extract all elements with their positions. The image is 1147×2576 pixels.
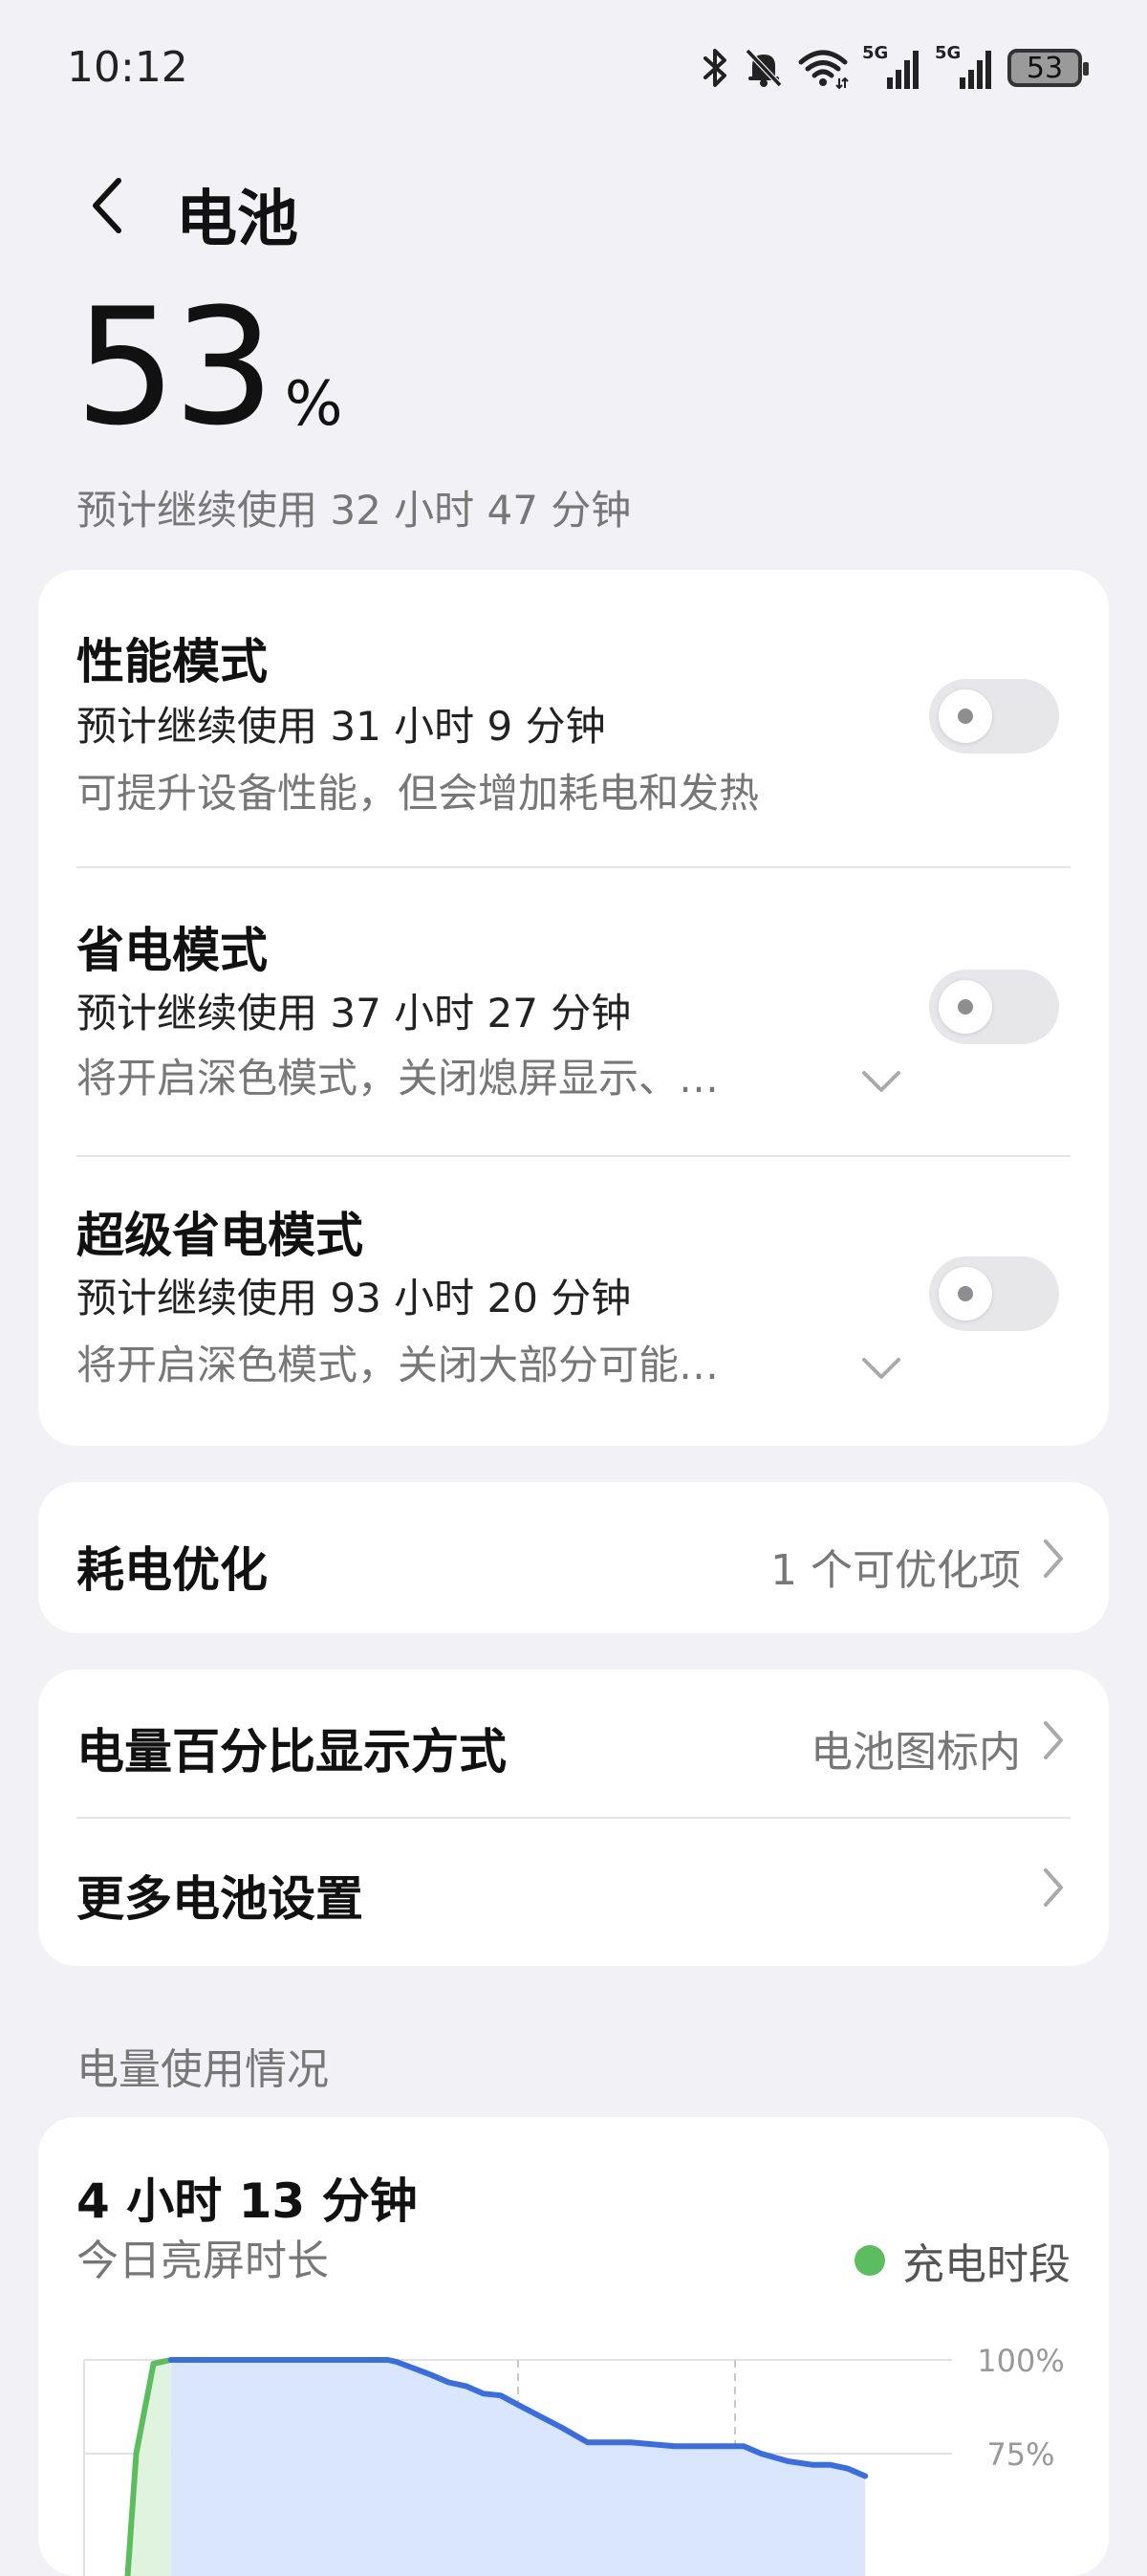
back-arrow-icon [93,178,121,233]
status-time: 10:12 [67,43,188,92]
chevron-right-icon [1044,1539,1063,1578]
more-battery-settings-row[interactable]: 更多电池设置 [38,1819,1109,1962]
usage-card[interactable]: 4 小时 13 分钟 今日亮屏时长 充电时段 100% 75% [38,2117,1109,2576]
row-label: 更多电池设置 [76,1871,363,1927]
battery-status-level: 53 [1026,51,1064,85]
cellular-signal-1: 5G [862,43,921,89]
battery-percent-value: 53 [75,273,275,461]
mode-estimate: 预计继续使用 93 小时 20 分钟 [76,1275,632,1321]
row-value: 1 个可优化项 [770,1546,1021,1595]
row-label: 电量百分比显示方式 [76,1724,507,1779]
battery-estimate: 预计继续使用 32 小时 47 分钟 [76,487,632,534]
super-power-saving-mode-item[interactable]: 超级省电模式 预计继续使用 93 小时 20 分钟 将开启深色模式，关闭大部分可… [38,1146,1109,1432]
performance-mode-item[interactable]: 性能模式 预计继续使用 31 小时 9 分钟 可提升设备性能，但会增加耗电和发热 [38,570,1109,857]
battery-percent-unit: % [284,369,343,440]
power-saving-mode-toggle[interactable] [929,970,1059,1044]
mute-bell-icon [745,48,783,88]
battery-status-icon: 53 [1007,49,1089,87]
toggle-knob [939,1267,992,1321]
chevron-right-icon [1044,1721,1063,1759]
signal-bars-icon [887,51,919,89]
optimization-card: 耗电优化 1 个可优化项 [38,1482,1109,1633]
toggle-knob [939,980,992,1034]
page-header: 电池 [0,153,1147,258]
cellular-signal-2: 5G [935,43,994,89]
bluetooth-icon [703,49,726,87]
y-tick-label: 75% [986,2436,1054,2473]
toggle-knob [939,689,992,743]
power-modes-card: 性能模式 预计继续使用 31 小时 9 分钟 可提升设备性能，但会增加耗电和发热… [38,570,1109,1446]
power-saving-mode-item[interactable]: 省电模式 预计继续使用 37 小时 27 分钟 将开启深色模式，关闭熄屏显示、… [38,857,1109,1144]
chevron-down-icon[interactable] [858,1354,904,1383]
page-title: 电池 [176,185,298,255]
chevron-down-icon[interactable] [858,1067,904,1096]
mode-description: 将开启深色模式，关闭熄屏显示、… [76,1055,720,1102]
signal-bars-icon [960,51,991,89]
mode-title: 省电模式 [76,923,268,978]
status-icons: 5G 5G 53 [702,43,1089,92]
usage-section-title: 电量使用情况 [76,2045,329,2094]
mode-description: 可提升设备性能，但会增加耗电和发热 [76,770,760,817]
chevron-right-icon [1044,1868,1063,1907]
performance-mode-toggle[interactable] [929,679,1059,753]
mode-estimate: 预计继续使用 37 小时 27 分钟 [76,990,632,1037]
mode-estimate: 预计继续使用 31 小时 9 分钟 [76,703,606,750]
back-button[interactable] [78,172,136,239]
battery-usage-chart: 100% 75% [83,2343,1065,2576]
battery-level: 53 % [75,287,343,448]
percent-display-row[interactable]: 电量百分比显示方式 电池图标内 [38,1670,1109,1813]
status-bar: 10:12 5G 5G 53 [0,0,1147,134]
row-value: 电池图标内 [811,1728,1021,1777]
mode-title: 超级省电模式 [76,1208,363,1263]
y-tick-label: 100% [977,2343,1064,2379]
wifi-icon [798,50,849,89]
battery-settings-card: 电量百分比显示方式 电池图标内 更多电池设置 [38,1670,1109,1966]
power-optimization-row[interactable]: 耗电优化 1 个可优化项 [38,1486,1109,1629]
mode-title: 性能模式 [76,634,268,689]
mode-description: 将开启深色模式，关闭大部分可能… [76,1342,720,1388]
super-power-saving-mode-toggle[interactable] [929,1256,1059,1331]
row-label: 耗电优化 [76,1542,268,1598]
